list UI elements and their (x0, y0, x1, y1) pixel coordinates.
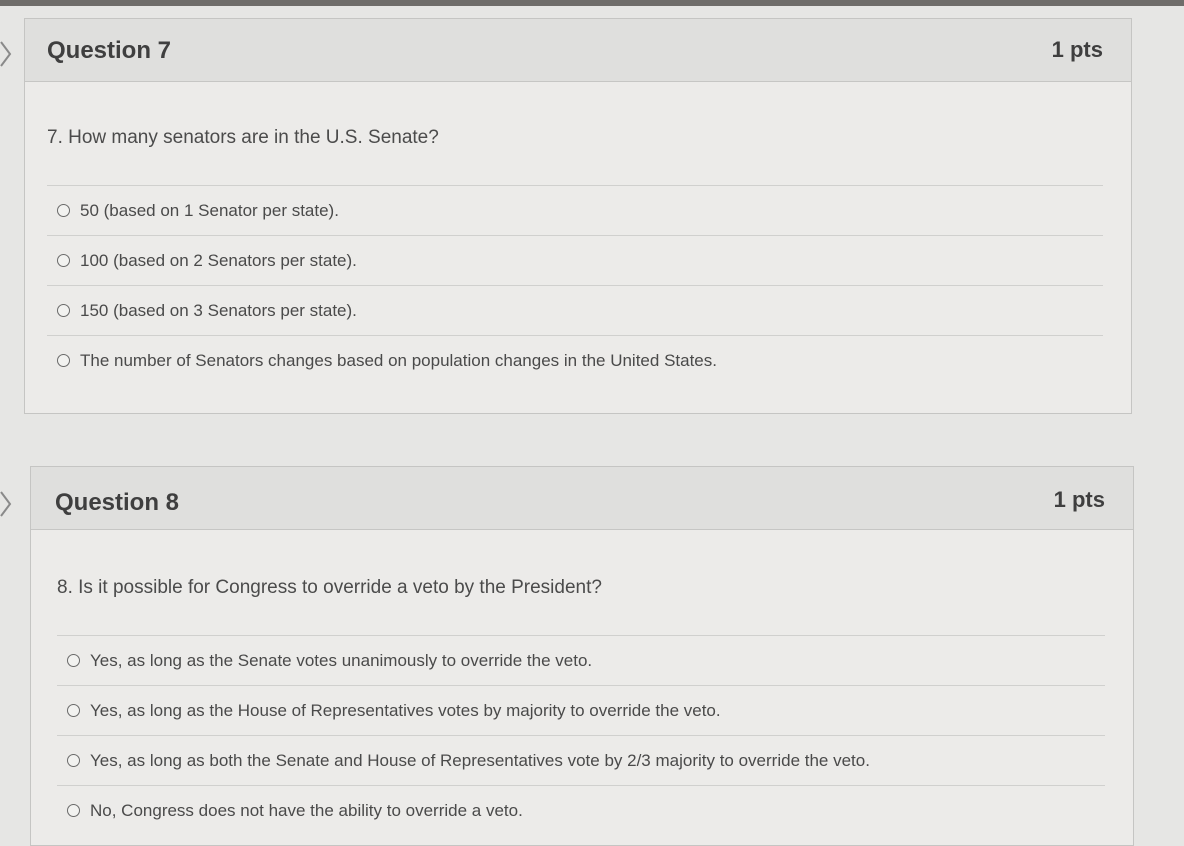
question-8-card: Question 8 1 pts 8. Is it possible for C… (30, 466, 1134, 846)
question-7-points: 1 pts (1051, 37, 1103, 62)
question-7-card: Question 7 1 pts 7. How many senators ar… (24, 18, 1132, 414)
radio-button[interactable] (57, 304, 70, 317)
answer-option[interactable]: 100 (based on 2 Senators per state). (47, 235, 1103, 285)
answer-label[interactable]: 50 (based on 1 Senator per state). (80, 201, 339, 221)
question-7-flag-icon[interactable] (0, 40, 14, 68)
answer-label[interactable]: No, Congress does not have the ability t… (90, 801, 523, 821)
question-8-flag-icon[interactable] (0, 490, 14, 518)
question-7-prompt: 7. How many senators are in the U.S. Sen… (47, 127, 439, 148)
answer-option[interactable]: Yes, as long as the House of Representat… (57, 685, 1105, 735)
radio-button[interactable] (67, 654, 80, 667)
question-8-prompt: 8. Is it possible for Congress to overri… (57, 577, 602, 598)
radio-button[interactable] (57, 254, 70, 267)
answer-label[interactable]: Yes, as long as the House of Representat… (90, 701, 721, 721)
window-top-bar (0, 0, 1184, 6)
question-8-header: Question 8 1 pts (31, 467, 1133, 530)
question-8-points: 1 pts (1053, 487, 1105, 512)
answer-label[interactable]: 150 (based on 3 Senators per state). (80, 301, 357, 321)
question-8-answers: Yes, as long as the Senate votes unanimo… (57, 635, 1105, 835)
radio-button[interactable] (57, 354, 70, 367)
radio-button[interactable] (67, 704, 80, 717)
answer-option[interactable]: No, Congress does not have the ability t… (57, 785, 1105, 835)
answer-option[interactable]: 50 (based on 1 Senator per state). (47, 185, 1103, 235)
radio-button[interactable] (67, 754, 80, 767)
answer-label[interactable]: Yes, as long as both the Senate and Hous… (90, 751, 870, 771)
answer-option[interactable]: The number of Senators changes based on … (47, 335, 1103, 385)
answer-option[interactable]: Yes, as long as both the Senate and Hous… (57, 735, 1105, 785)
question-7-title: Question 7 (47, 37, 172, 64)
answer-label[interactable]: Yes, as long as the Senate votes unanimo… (90, 651, 592, 671)
answer-label[interactable]: The number of Senators changes based on … (80, 351, 717, 371)
question-7-header: Question 7 1 pts (25, 19, 1131, 82)
radio-button[interactable] (67, 804, 80, 817)
question-7-answers: 50 (based on 1 Senator per state). 100 (… (47, 185, 1103, 385)
answer-label[interactable]: 100 (based on 2 Senators per state). (80, 251, 357, 271)
radio-button[interactable] (57, 204, 70, 217)
question-8-title: Question 8 (55, 489, 180, 516)
answer-option[interactable]: Yes, as long as the Senate votes unanimo… (57, 635, 1105, 685)
answer-option[interactable]: 150 (based on 3 Senators per state). (47, 285, 1103, 335)
